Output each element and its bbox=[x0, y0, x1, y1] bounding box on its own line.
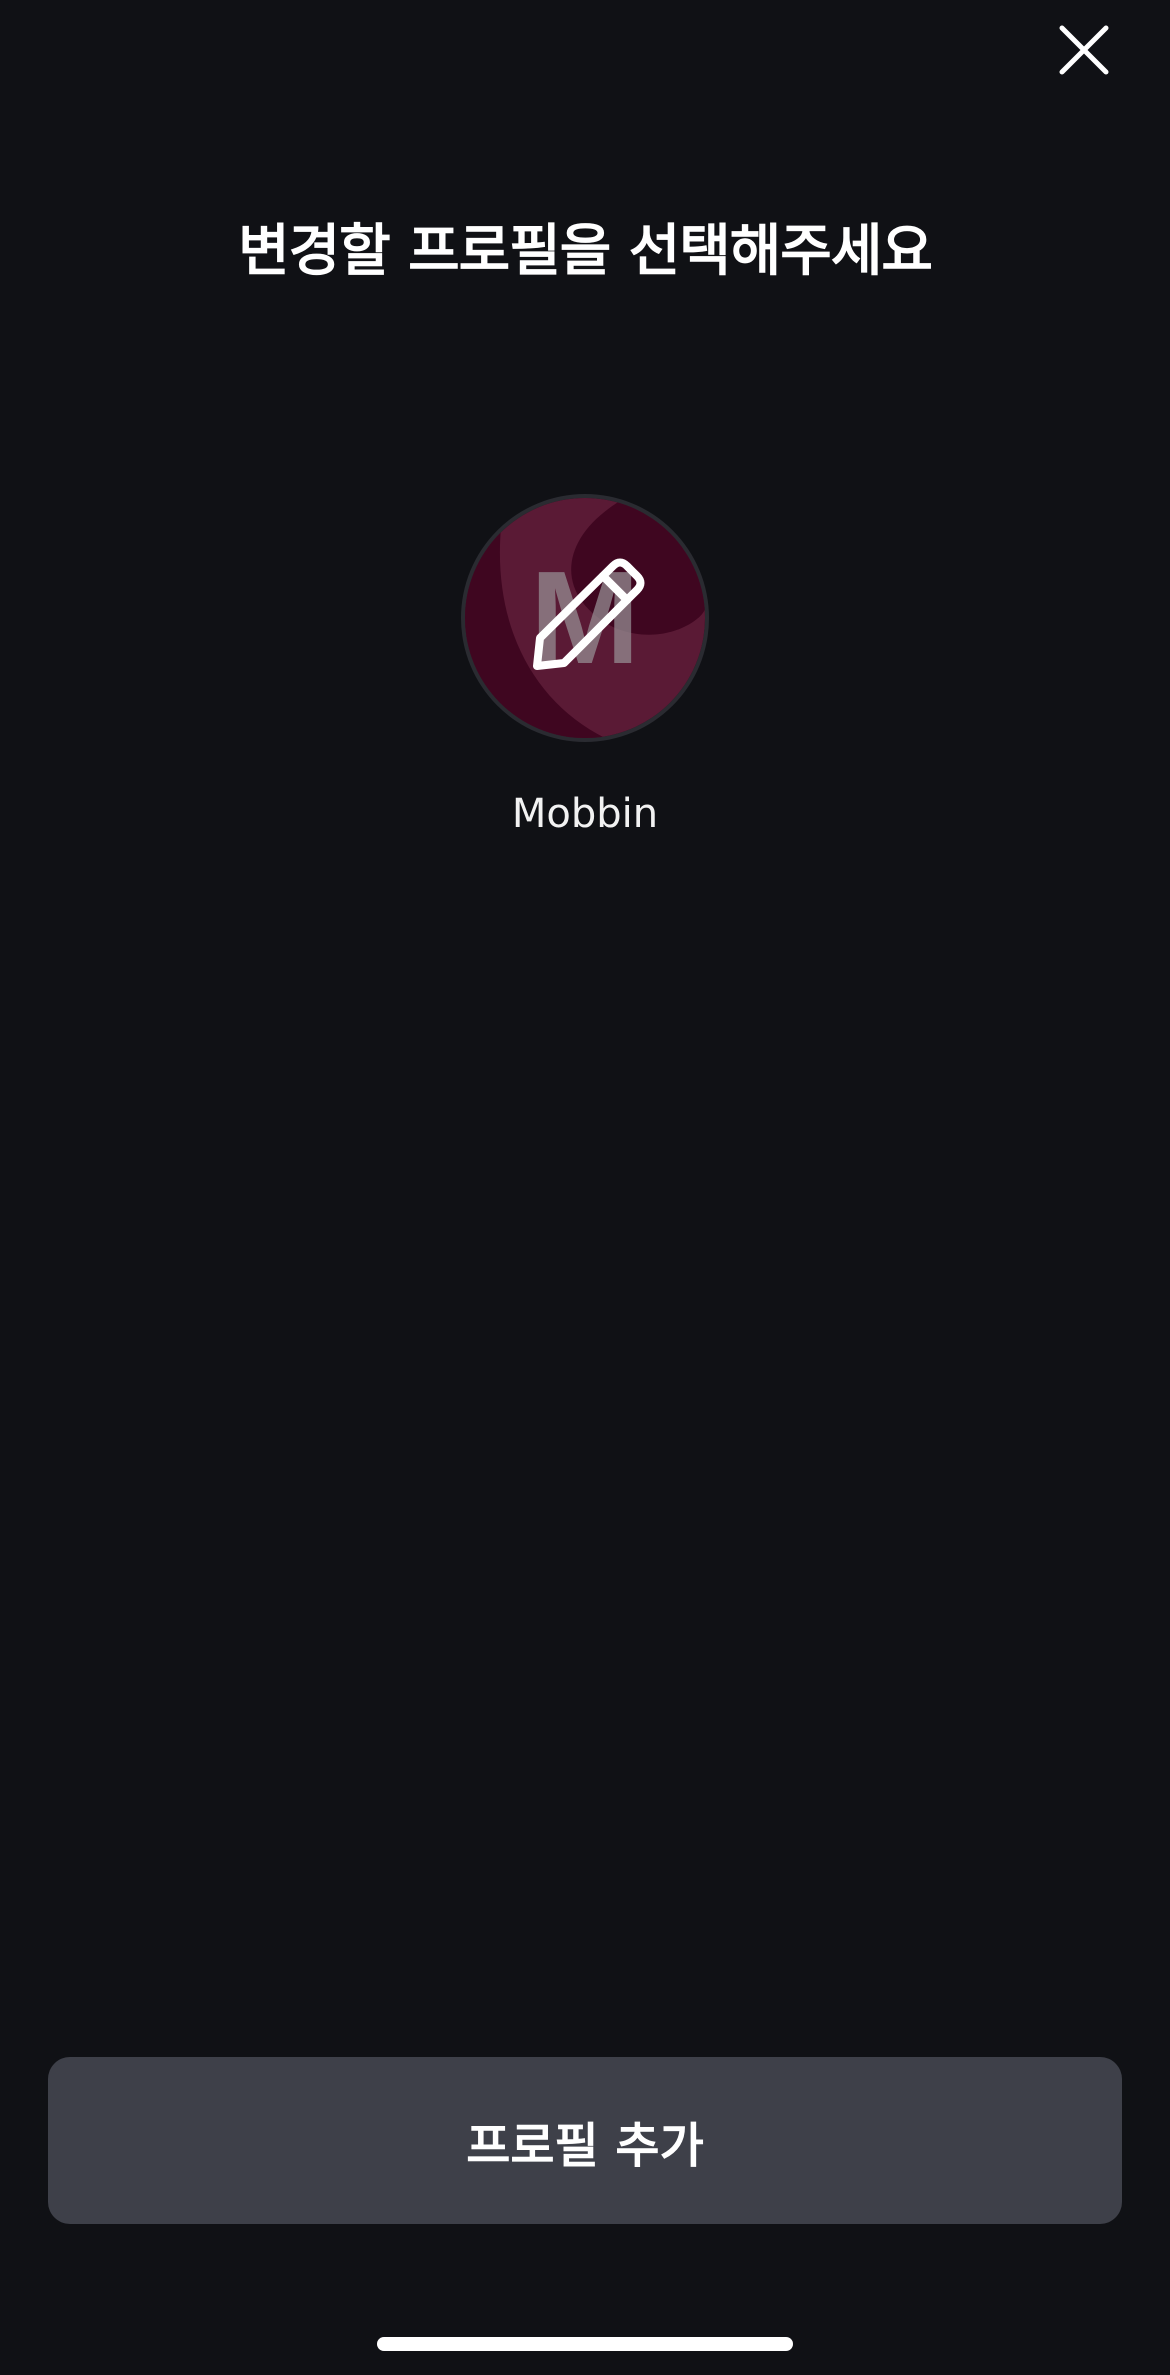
page-title: 변경할 프로필을 선택해주세요 bbox=[238, 219, 933, 284]
avatar[interactable]: M bbox=[465, 498, 705, 738]
close-icon bbox=[1059, 25, 1109, 75]
home-indicator bbox=[377, 2337, 793, 2351]
add-profile-button[interactable]: 프로필 추가 bbox=[48, 2057, 1122, 2224]
pencil-icon bbox=[533, 558, 645, 670]
close-button[interactable] bbox=[1056, 22, 1112, 78]
profile-select-screen: 변경할 프로필을 선택해주세요 M Mobbin 프로필 추가 bbox=[0, 0, 1170, 2375]
profile-item-mobbin[interactable]: M Mobbin bbox=[465, 498, 705, 840]
profile-name: Mobbin bbox=[511, 791, 659, 837]
